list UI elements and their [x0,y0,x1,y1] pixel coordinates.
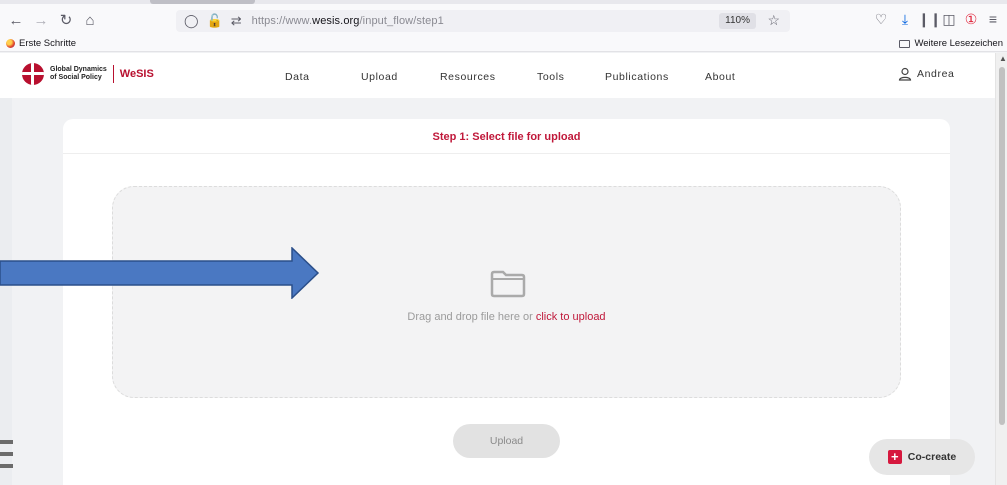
firefox-icon [6,39,15,48]
bookmark-label: Erste Schritte [19,38,77,49]
step-title: Step 1: Select file for upload [432,131,581,143]
user-menu[interactable]: Andrea [898,67,954,81]
logo-divider [112,65,114,83]
zoom-level[interactable]: 110% [719,13,756,29]
dropzone-hint: Drag and drop file here or [407,311,536,323]
dropzone-text: Drag and drop file here or click to uplo… [113,311,900,323]
back-icon[interactable]: ← [6,10,26,30]
nav-upload[interactable]: Upload [361,71,398,83]
nav-resources[interactable]: Resources [440,71,496,83]
folder-icon [490,270,526,298]
reload-icon[interactable]: ↻ [56,10,76,30]
site-logo[interactable]: Global Dynamics of Social Policy WeSIS [22,63,154,85]
downloads-icon[interactable]: ⤓ [896,11,914,28]
browser-toolbar: ← → ↻ ⌂ ◯ 🔓 ⇄ https://www.wesis.org/inpu… [0,4,1007,36]
sidebar-icon[interactable]: ◫ [940,11,958,28]
logo-text: Global Dynamics of Social Policy [50,66,107,81]
click-to-upload-link[interactable]: click to upload [536,311,606,323]
nav-data[interactable]: Data [285,71,310,83]
co-create-label: Co-create [907,451,957,463]
home-icon[interactable]: ⌂ [80,10,100,30]
site-header: Global Dynamics of Social Policy WeSIS D… [0,53,995,98]
co-create-button[interactable]: + Co-create [869,439,975,475]
user-name: Andrea [917,68,955,80]
bookmark-star-icon[interactable]: ☆ [767,12,780,29]
bookmark-label: Weitere Lesezeichen [914,38,1003,49]
menu-icon[interactable]: ≡ [984,11,1002,27]
globe-logo-icon [22,63,44,85]
add-comment-icon: + [887,450,902,464]
scroll-up-icon[interactable]: ▲ [999,54,1007,63]
edge-bar-icon [0,452,13,456]
library-icon[interactable]: ❙❙ [918,11,941,28]
nav-tools[interactable]: Tools [537,71,565,83]
lock-icon[interactable]: 🔓 [207,13,223,29]
scroll-thumb[interactable] [999,67,1005,425]
folder-icon [899,39,911,48]
edge-bar-icon [0,464,13,468]
pocket-icon[interactable]: ♡ [872,11,890,28]
card-divider [63,153,950,154]
logo-brand: WeSIS [119,68,154,80]
nav-about[interactable]: About [705,71,735,83]
upload-button[interactable]: Upload [453,424,560,458]
bookmarks-bar: Erste Schritte Weitere Lesezeichen [0,36,1007,52]
bookmark-weitere[interactable]: Weitere Lesezeichen [899,38,1003,49]
tracking-shield-icon[interactable]: ◯ [184,13,199,29]
url-text[interactable]: https://www.wesis.org/input_flow/step1 [252,15,444,27]
user-icon [898,67,912,81]
permissions-icon[interactable]: ⇄ [231,13,242,29]
forward-icon[interactable]: → [31,10,51,30]
address-bar[interactable]: ◯ 🔓 ⇄ https://www.wesis.org/input_flow/s… [176,10,790,32]
annotation-arrow-icon [0,247,320,299]
edge-bar-icon [0,440,13,444]
bookmark-erste-schritte[interactable]: Erste Schritte [6,38,76,49]
nav-publications[interactable]: Publications [605,71,669,83]
extension-icon[interactable]: ① [962,11,980,28]
page-scrollbar[interactable]: ▲ [995,53,1007,485]
upload-card: Step 1: Select file for upload Drag and … [63,119,950,485]
